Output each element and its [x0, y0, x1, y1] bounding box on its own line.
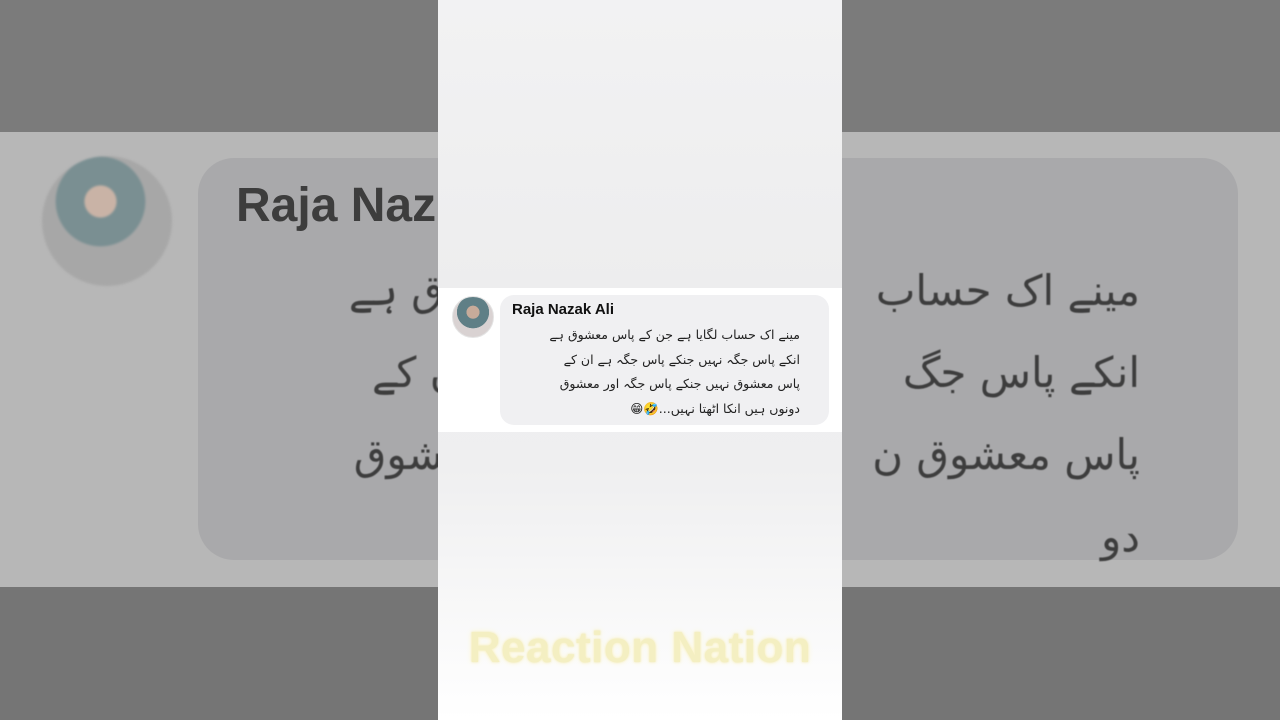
comment-line: انکے پاس جگہ نہیں جنکے پاس جگہ ہے ان کے [563, 351, 800, 367]
background-avatar [42, 156, 172, 286]
comment-bubble: Raja Nazak Ali مینے اک حساب لگایا ہے جن … [500, 295, 829, 425]
comment-author[interactable]: Raja Nazak Ali [512, 301, 614, 318]
background-author-name: Raja Naz [236, 179, 437, 232]
comment-line: دونوں ہیں انکا اٹھتا نہیں...🤣😁 [630, 400, 800, 416]
comment-card: Raja Nazak Ali مینے اک حساب لگایا ہے جن … [438, 288, 842, 432]
avatar[interactable] [452, 296, 494, 338]
video-panel: Raja Nazak Ali مینے اک حساب لگایا ہے جن … [438, 0, 842, 720]
comment-line: مینے اک حساب لگایا ہے جن کے پاس معشوق ہے [549, 327, 800, 342]
channel-watermark: Reaction Nation [468, 623, 812, 672]
comment-text: مینے اک حساب لگایا ہے جن کے پاس معشوق ہے… [510, 323, 800, 421]
comment-line: پاس معشوق نہیں جنکے پاس جگہ اور معشوق [559, 376, 800, 391]
